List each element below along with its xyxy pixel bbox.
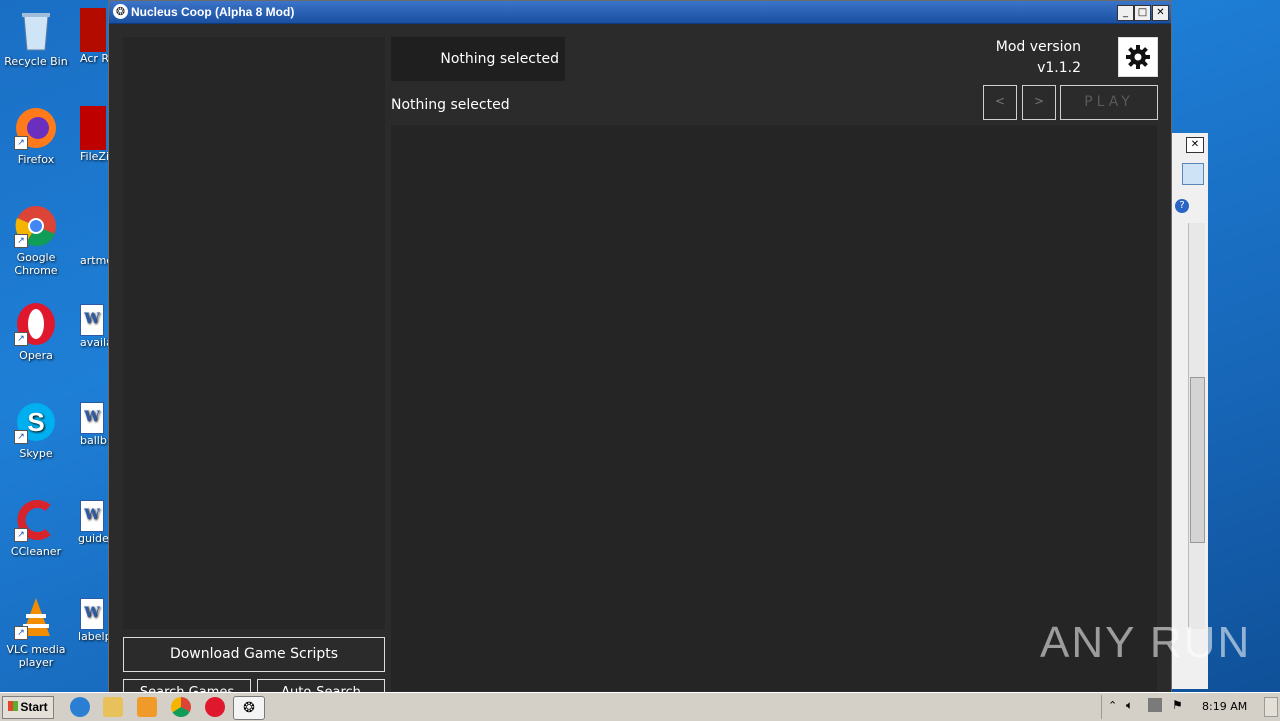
show-hidden-icons-icon[interactable]: ⌃: [1108, 699, 1117, 712]
help-icon[interactable]: ?: [1175, 199, 1189, 213]
desktop-icon-availa[interactable]: W availa: [80, 304, 108, 349]
title-bar[interactable]: ❂ Nucleus Coop (Alpha 8 Mod) _ □ ✕: [109, 1, 1171, 24]
desktop-icon-ballb[interactable]: W ballb: [80, 402, 108, 447]
word-document-icon: W: [80, 598, 104, 630]
show-desktop-button[interactable]: [1264, 697, 1278, 717]
game-list-pane[interactable]: [123, 37, 385, 629]
desktop-icon-artme[interactable]: artme: [80, 254, 108, 267]
desktop-icon-label: CCleaner: [10, 545, 62, 558]
desktop-icon-opera[interactable]: ↗ Opera: [1, 302, 71, 362]
vlc-icon: ↗: [14, 596, 58, 640]
desktop-icon-label: VLC media player: [6, 643, 66, 669]
nucleus-coop-taskbar-icon[interactable]: ❂: [233, 696, 265, 720]
flag-icon[interactable]: ⚑: [1172, 698, 1183, 712]
prev-button[interactable]: <: [983, 85, 1017, 120]
opera-icon: ↗: [14, 302, 58, 346]
skype-icon: S ↗: [14, 400, 58, 444]
chrome-taskbar-icon[interactable]: [171, 697, 191, 717]
ccleaner-icon: ↗: [14, 498, 58, 542]
selected-game-label: Nothing selected: [391, 97, 510, 113]
desktop-icon-label: guides: [78, 532, 108, 545]
maximize-button[interactable]: □: [1134, 5, 1151, 21]
desktop-icon-filezilla[interactable]: FileZil: [80, 106, 108, 163]
desktop-icon-ccleaner[interactable]: ↗ CCleaner: [1, 498, 71, 558]
close-icon[interactable]: ✕: [1186, 137, 1204, 153]
close-button[interactable]: ✕: [1152, 5, 1169, 21]
play-button[interactable]: PLAY: [1060, 85, 1158, 120]
desktop-icon-label: ballb: [80, 434, 107, 447]
desktop-icon-recycle-bin[interactable]: Recycle Bin: [1, 8, 71, 68]
opera-taskbar-icon[interactable]: [205, 697, 225, 717]
main-content-area: [391, 125, 1157, 691]
mod-version: Mod version v1.1.2: [996, 37, 1081, 79]
volume-icon[interactable]: 🔈︎: [1126, 698, 1133, 713]
file-explorer-icon[interactable]: [103, 697, 123, 717]
scrollbar[interactable]: [1188, 223, 1205, 629]
firefox-icon: ↗: [14, 106, 58, 150]
recycle-bin-icon: [14, 8, 58, 52]
window-title: Nucleus Coop (Alpha 8 Mod): [131, 5, 295, 19]
media-player-icon[interactable]: [137, 697, 157, 717]
desktop-icon-label: Firefox: [17, 153, 55, 166]
desktop-icon-label: Google Chrome: [14, 251, 58, 277]
shortcut-arrow-icon: ↗: [14, 136, 28, 150]
mod-version-value: v1.1.2: [1037, 60, 1081, 76]
taskbar: Start ❂ ⌃ 🔈︎ ⚑ 8:19 AM: [0, 692, 1280, 721]
desktop-icon-label: Recycle Bin: [4, 55, 68, 68]
desktop-icon-label: Opera: [19, 349, 53, 362]
mod-version-label: Mod version: [995, 39, 1081, 55]
shortcut-arrow-icon: ↗: [14, 332, 28, 346]
word-document-icon: W: [80, 500, 104, 532]
desktop-icon-acrobat[interactable]: Acr Read: [80, 8, 108, 65]
desktop-icon-guides[interactable]: W guides: [78, 500, 108, 545]
system-tray: ⌃ 🔈︎ ⚑ 8:19 AM: [1101, 695, 1280, 719]
desktop-icon-label: Skype: [19, 447, 53, 460]
scrollbar-thumb[interactable]: [1190, 377, 1205, 543]
next-button[interactable]: >: [1022, 85, 1056, 120]
desktop-icon-label: Acr Read: [80, 52, 108, 65]
search-icon[interactable]: [1182, 163, 1204, 185]
desktop-icon-label: FileZil: [80, 150, 108, 163]
background-window: ✕ ?: [1171, 133, 1208, 689]
word-document-icon: W: [80, 304, 104, 336]
shortcut-arrow-icon: ↗: [14, 528, 28, 542]
desktop-icon-vlc[interactable]: ↗ VLC media player: [1, 596, 71, 669]
download-game-scripts-button[interactable]: Download Game Scripts: [123, 637, 385, 672]
desktop-icon-label: availa: [80, 336, 108, 349]
svg-text:S: S: [27, 407, 44, 437]
desktop-icon-firefox[interactable]: ↗ Firefox: [1, 106, 71, 166]
filezilla-icon: [80, 106, 106, 150]
acrobat-icon: [80, 8, 106, 52]
app-window: ❂ Nucleus Coop (Alpha 8 Mod) _ □ ✕ Downl…: [108, 0, 1172, 700]
clock[interactable]: 8:19 AM: [1202, 700, 1247, 713]
shortcut-arrow-icon: ↗: [14, 626, 28, 640]
shortcut-arrow-icon: ↗: [14, 234, 28, 248]
word-document-icon: W: [80, 402, 104, 434]
start-label: Start: [20, 700, 48, 714]
chrome-icon: ↗: [14, 204, 58, 248]
settings-button[interactable]: [1118, 37, 1158, 77]
minimize-button[interactable]: _: [1117, 5, 1134, 21]
start-button[interactable]: Start: [2, 696, 54, 719]
shortcut-arrow-icon: ↗: [14, 430, 28, 444]
windows-logo-icon: [8, 701, 19, 711]
desktop-icon-label: artme: [80, 254, 108, 267]
app-icon: ❂: [113, 4, 128, 19]
internet-explorer-icon[interactable]: [70, 697, 90, 717]
desktop-icon-chrome[interactable]: ↗ Google Chrome: [1, 204, 71, 277]
desktop-icon-skype[interactable]: S ↗ Skype: [1, 400, 71, 460]
network-icon[interactable]: [1148, 698, 1162, 712]
selected-game-box: Nothing selected: [391, 37, 565, 81]
desktop-icon-labelp[interactable]: W labelp: [78, 598, 108, 643]
watermark: ANY RUN: [1040, 618, 1252, 667]
desktop-icon-label: labelp: [78, 630, 108, 643]
gear-icon: [1126, 45, 1150, 69]
